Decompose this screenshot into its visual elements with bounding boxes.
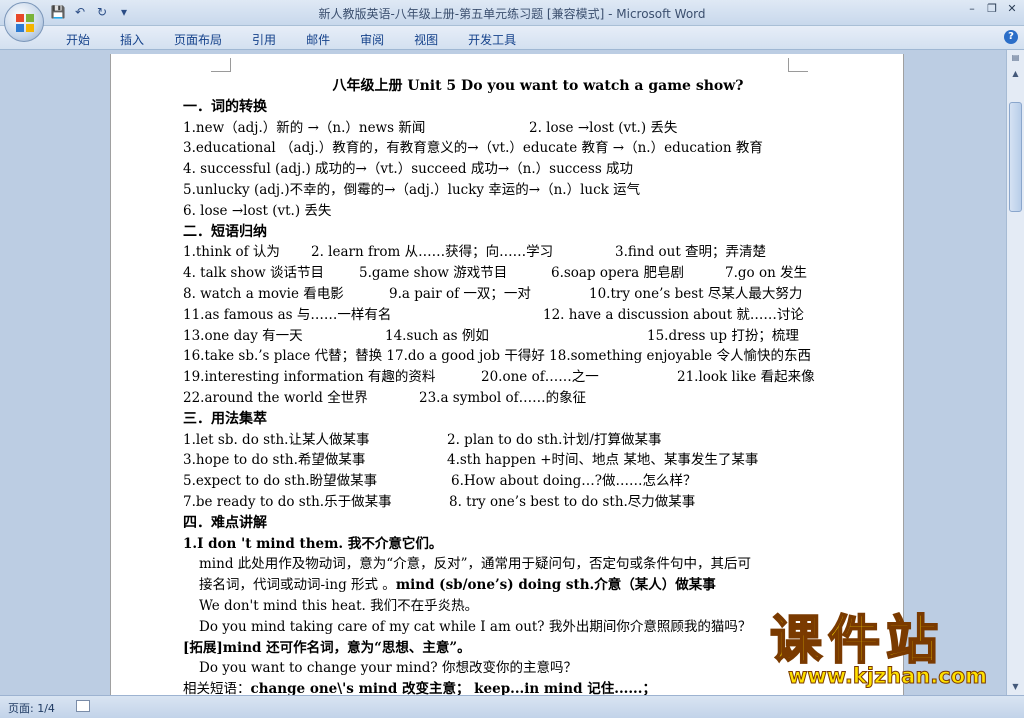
text-run: mind (sb/one’s) doing sth.介意（某人）做某事 <box>395 577 716 594</box>
office-button[interactable] <box>4 2 44 42</box>
margin-corner-marker <box>211 58 231 72</box>
minimize-icon[interactable]: – <box>964 2 980 16</box>
text-run: 10.try one’s best 尽某人最大努力 <box>589 285 803 302</box>
tab-page-layout[interactable]: 页面布局 <box>164 29 232 50</box>
tab-view[interactable]: 视图 <box>404 29 448 50</box>
text-run: 21.look like 看起来像 <box>677 369 815 386</box>
vertical-scrollbar[interactable]: ▤ ▲ ▼ <box>1006 50 1024 695</box>
text-run: 1.let sb. do sth.让某人做某事 <box>183 431 370 448</box>
paragraph: 13.one day 有一天 14.such as 例如 15.dress up… <box>183 326 873 347</box>
text-run: 12. have a discussion about 就……讨论 <box>543 306 804 323</box>
margin-corner-marker <box>788 58 808 72</box>
text-run: 14.such as 例如 <box>385 327 489 344</box>
office-logo-icon <box>16 14 34 32</box>
paragraph: 19.interesting information 有趣的资料 20.one … <box>183 367 873 388</box>
text-run: 13.one day 有一天 <box>183 327 303 344</box>
ribbon-tabs: 开始 插入 页面布局 引用 邮件 审阅 视图 开发工具 <box>56 29 536 50</box>
restore-icon[interactable]: ❐ <box>984 2 1000 16</box>
text-run: 4.sth happen +时间、地点 某地、某事发生了某事 <box>447 452 759 469</box>
text-run: 5.expect to do sth.盼望做某事 <box>183 473 378 490</box>
document-body: 八年级上册 Unit 5 Do you want to watch a game… <box>183 76 873 695</box>
watermark-logo: 课件站 www.kjzhan.com <box>769 611 1020 689</box>
text-run: 2. plan to do sth.计划/打算做某事 <box>447 431 662 448</box>
paragraph: 16.take sb.’s place 代替；替换 17.do a good j… <box>183 348 811 365</box>
paragraph: 1.new（adj.）新的 →（n.）news 新闻 2. lose →lost… <box>183 118 873 139</box>
title-bar: 💾 ↶ ↻ ▾ 新人教版英语-八年级上册-第五单元练习题 [兼容模式] - Mi… <box>0 0 1024 42</box>
paragraph: 7.be ready to do sth.乐于做某事 8. try one’s … <box>183 492 873 513</box>
text-run: 1.think of 认为 <box>183 244 280 261</box>
text-run: 7.be ready to do sth.乐于做某事 <box>183 493 392 510</box>
tab-review[interactable]: 审阅 <box>350 29 394 50</box>
tab-home[interactable]: 开始 <box>56 29 100 50</box>
document-page[interactable]: 八年级上册 Unit 5 Do you want to watch a game… <box>110 54 904 695</box>
text-run: 6.How about doing…?做……怎么样？ <box>451 473 697 490</box>
text-run: 5.game show 游戏节目 <box>359 265 508 282</box>
text-run: 20.one of……之一 <box>481 369 599 386</box>
paragraph: 4. talk show 谈话节目 5.game show 游戏节目 6.soa… <box>183 263 873 284</box>
section-heading: 一．词的转换 <box>183 98 267 115</box>
tab-insert[interactable]: 插入 <box>110 29 154 50</box>
doc-title: 八年级上册 Unit 5 Do you want to watch a game… <box>332 78 744 94</box>
window-controls: – ❐ ✕ <box>964 2 1020 16</box>
text-run: 8. watch a movie 看电影 <box>183 285 344 302</box>
text-run: 6.soap opera 肥皂剧 <box>551 265 684 282</box>
text-run: 7.go on 发生 <box>725 265 808 282</box>
help-icon[interactable]: ? <box>1004 30 1018 44</box>
paragraph: 3.hope to do sth.希望做某事 4.sth happen +时间、… <box>183 450 873 471</box>
status-bar: 页面: 1/4 <box>0 695 1024 718</box>
text-run: 15.dress up 打扮；梳理 <box>647 327 799 344</box>
tab-mailings[interactable]: 邮件 <box>296 29 340 50</box>
section-heading: 四．难点讲解 <box>183 514 267 531</box>
paragraph: 22.around the world 全世界 23.a symbol of……… <box>183 388 873 409</box>
paragraph: 接名词，代词或动词-ing 形式 。mind (sb/one’s) doing … <box>183 575 873 596</box>
paragraph: 5.expect to do sth.盼望做某事 6.How about doi… <box>183 471 873 492</box>
paragraph: 1.let sb. do sth.让某人做某事 2. plan to do st… <box>183 430 873 451</box>
proofing-icon[interactable] <box>76 700 90 712</box>
watermark-url: www.kjzhan.com <box>788 664 988 689</box>
paragraph: 4. successful (adj.) 成功的→（vt.）succeed 成功… <box>183 161 634 178</box>
text-run: 2. lose →lost (vt.) 丢失 <box>529 119 678 136</box>
text-run: 9.a pair of 一双；一对 <box>389 285 531 302</box>
page-indicator[interactable]: 页面: 1/4 <box>8 700 55 716</box>
text-run: 8. try one’s best to do sth.尽力做某事 <box>449 493 696 510</box>
paragraph: 5.unlucky (adj.)不幸的，倒霉的→（adj.）lucky 幸运的→… <box>183 181 641 198</box>
text-run: 4. talk show 谈话节目 <box>183 265 325 282</box>
paragraph: 6. lose →lost (vt.) 丢失 <box>183 202 332 219</box>
paragraph: 3.educational （adj.）教育的，有教育意义的→（vt.）educ… <box>183 140 763 157</box>
tab-references[interactable]: 引用 <box>242 29 286 50</box>
text-run: 2. learn from 从……获得；向……学习 <box>311 244 554 261</box>
paragraph: 8. watch a movie 看电影 9.a pair of 一双；一对 1… <box>183 284 873 305</box>
ribbon: 开始 插入 页面布局 引用 邮件 审阅 视图 开发工具 ? <box>0 26 1024 50</box>
text-run: 23.a symbol of……的象征 <box>419 389 587 406</box>
scroll-thumb[interactable] <box>1009 102 1022 212</box>
watermark-title: 课件站 <box>769 611 945 671</box>
text-run: 相关短语： <box>183 681 251 695</box>
text-run: 接名词，代词或动词-ing 形式 。 <box>199 577 396 594</box>
scroll-up-icon[interactable]: ▲ <box>1007 66 1024 82</box>
text-run: 3.hope to do sth.希望做某事 <box>183 452 366 469</box>
section-heading: 二．短语归纳 <box>183 223 267 240</box>
text-run: change one\'s mind 改变主意； keep...in mind … <box>250 681 656 695</box>
ruler-toggle-icon[interactable]: ▤ <box>1007 50 1024 66</box>
text-run: 3.find out 查明；弄清楚 <box>615 244 767 261</box>
document-workspace: 八年级上册 Unit 5 Do you want to watch a game… <box>0 50 1024 695</box>
window-title: 新人教版英语-八年级上册-第五单元练习题 [兼容模式] - Microsoft … <box>318 7 706 21</box>
text-run: 11.as famous as 与……一样有名 <box>183 306 392 323</box>
text-run: 1.new（adj.）新的 →（n.）news 新闻 <box>183 119 426 136</box>
paragraph: mind 此处用作及物动词，意为“介意，反对”，通常用于疑问句，否定句或条件句中… <box>199 556 752 573</box>
paragraph: 11.as famous as 与……一样有名 12. have a discu… <box>183 305 873 326</box>
section-heading: 三．用法集萃 <box>183 410 267 427</box>
text-run: 19.interesting information 有趣的资料 <box>183 369 436 386</box>
paragraph: 1.I don 't mind them. 我不介意它们。 <box>183 535 443 552</box>
close-icon[interactable]: ✕ <box>1004 2 1020 16</box>
tab-developer[interactable]: 开发工具 <box>458 29 526 50</box>
text-run: 22.around the world 全世界 <box>183 389 368 406</box>
paragraph: 1.think of 认为 2. learn from 从……获得；向……学习 … <box>183 242 873 263</box>
